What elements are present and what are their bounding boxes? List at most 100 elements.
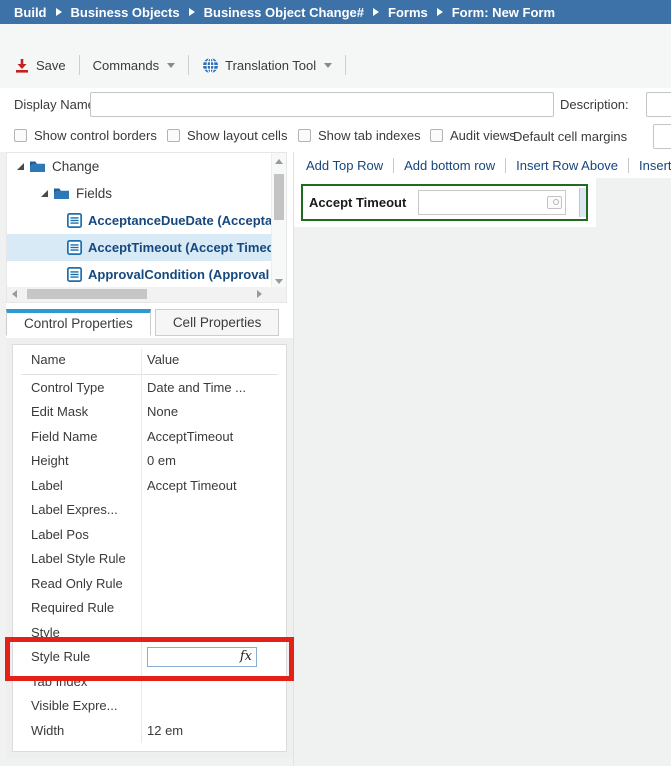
formula-fx-icon[interactable]: fx bbox=[240, 649, 252, 664]
field-document-icon bbox=[67, 240, 82, 255]
folder-icon bbox=[53, 187, 70, 200]
calendar-icon[interactable] bbox=[547, 196, 562, 209]
tree-expander-icon[interactable] bbox=[17, 163, 24, 170]
canvas-toolbar: Add Top Row Add bottom row Insert Row Ab… bbox=[294, 152, 671, 178]
save-label: Save bbox=[36, 58, 66, 73]
checkbox-label: Show layout cells bbox=[187, 128, 287, 143]
property-row: Label Expres... bbox=[21, 498, 278, 523]
tree-horizontal-scrollbar[interactable] bbox=[7, 287, 286, 302]
property-value[interactable]: None bbox=[133, 404, 278, 419]
scroll-right-icon[interactable] bbox=[257, 290, 262, 298]
properties-tabs: Control Properties Cell Properties bbox=[6, 309, 279, 336]
field-document-icon bbox=[67, 267, 82, 282]
default-cell-margins-input[interactable] bbox=[653, 124, 671, 149]
tree-item-label: AcceptTimeout (Accept Timeo bbox=[88, 240, 271, 255]
scrollbar-thumb[interactable] bbox=[27, 289, 147, 299]
property-grid-header: Name Value bbox=[21, 345, 278, 375]
checkbox-show-layout-cells[interactable]: Show layout cells bbox=[167, 128, 287, 143]
chevron-down-icon bbox=[324, 63, 332, 68]
property-value[interactable]: AcceptTimeout bbox=[133, 429, 278, 444]
property-value[interactable]: Date and Time ... bbox=[133, 380, 278, 395]
selected-form-cell[interactable]: Accept Timeout bbox=[301, 184, 588, 221]
left-panel: Change Fields AcceptanceDueDate (Accepta… bbox=[6, 152, 293, 758]
breadcrumb-separator-icon bbox=[437, 8, 443, 16]
display-name-input[interactable] bbox=[90, 92, 554, 117]
breadcrumb-item-forms[interactable]: Forms bbox=[388, 5, 428, 20]
insert-row-above-button[interactable]: Insert Row Above bbox=[506, 158, 628, 173]
scrollbar-thumb[interactable] bbox=[274, 174, 284, 220]
property-row: Required Rule bbox=[21, 596, 278, 621]
property-name: Required Rule bbox=[21, 600, 133, 615]
partial-control bbox=[579, 188, 586, 217]
checkbox-audit-views[interactable]: Audit views bbox=[430, 128, 516, 143]
form-canvas-panel: Add Top Row Add bottom row Insert Row Ab… bbox=[293, 152, 671, 766]
property-row: Tab Index bbox=[21, 669, 278, 694]
tree-vertical-scrollbar[interactable] bbox=[271, 153, 286, 288]
form-row-card: Accept Timeout bbox=[294, 178, 596, 227]
save-button[interactable]: Save bbox=[14, 58, 66, 73]
toolbar: Save Commands Translation Tool bbox=[14, 52, 346, 78]
commands-menu-button[interactable]: Commands bbox=[93, 58, 175, 73]
breadcrumb-separator-icon bbox=[56, 8, 62, 16]
checkbox-show-tab-indexes[interactable]: Show tab indexes bbox=[298, 128, 421, 143]
checkbox-box bbox=[430, 129, 443, 142]
property-name: Label Expres... bbox=[21, 502, 133, 517]
commands-label: Commands bbox=[93, 58, 159, 73]
add-bottom-row-button[interactable]: Add bottom row bbox=[394, 158, 505, 173]
property-row-style-rule: Style Rule fx bbox=[21, 645, 278, 670]
property-row: Height 0 em bbox=[21, 449, 278, 474]
breadcrumb-item-business-object-change[interactable]: Business Object Change# bbox=[204, 5, 364, 20]
checkbox-box bbox=[298, 129, 311, 142]
breadcrumb-separator-icon bbox=[189, 8, 195, 16]
tree-item-accepttimeout[interactable]: AcceptTimeout (Accept Timeo bbox=[7, 234, 271, 261]
property-value[interactable]: 12 em bbox=[133, 723, 278, 738]
date-time-input[interactable] bbox=[418, 190, 566, 215]
property-name: Label bbox=[21, 478, 133, 493]
style-rule-editor: fx bbox=[147, 647, 257, 667]
property-name: Width bbox=[21, 723, 133, 738]
property-name: Edit Mask bbox=[21, 404, 133, 419]
breadcrumb-item-build[interactable]: Build bbox=[14, 5, 47, 20]
column-header-name: Name bbox=[21, 352, 133, 367]
tree-expander-icon[interactable] bbox=[41, 190, 48, 197]
display-name-label: Display Name: bbox=[14, 97, 99, 112]
toolbar-divider bbox=[345, 55, 346, 75]
tree-item-acceptanceduedate[interactable]: AcceptanceDueDate (Accepta bbox=[7, 207, 271, 234]
description-label: Description: bbox=[560, 97, 629, 112]
property-row: Width 12 em bbox=[21, 718, 278, 743]
default-cell-margins-label: Default cell margins bbox=[513, 129, 627, 144]
property-name: Height bbox=[21, 453, 133, 468]
tree-item-change[interactable]: Change bbox=[7, 153, 271, 180]
toolbar-divider bbox=[188, 55, 189, 75]
property-name: Style Rule bbox=[21, 649, 133, 664]
checkbox-show-control-borders[interactable]: Show control borders bbox=[14, 128, 157, 143]
scroll-down-icon[interactable] bbox=[275, 279, 283, 284]
tree-item-label: Fields bbox=[76, 186, 112, 201]
chevron-down-icon bbox=[167, 63, 175, 68]
tree-item-approvalcondition[interactable]: ApprovalCondition (Approval bbox=[7, 261, 271, 288]
property-value[interactable]: 0 em bbox=[133, 453, 278, 468]
save-icon bbox=[14, 58, 30, 73]
description-input[interactable] bbox=[646, 92, 671, 117]
field-tree: Change Fields AcceptanceDueDate (Accepta… bbox=[6, 152, 287, 303]
property-value[interactable]: Accept Timeout bbox=[133, 478, 278, 493]
main-region: Change Fields AcceptanceDueDate (Accepta… bbox=[0, 152, 671, 766]
property-value: fx bbox=[133, 647, 278, 667]
tab-cell-properties[interactable]: Cell Properties bbox=[155, 309, 280, 336]
add-top-row-button[interactable]: Add Top Row bbox=[296, 158, 393, 173]
scroll-up-icon[interactable] bbox=[275, 159, 283, 164]
checkbox-label: Show control borders bbox=[34, 128, 157, 143]
scroll-left-icon[interactable] bbox=[12, 290, 17, 298]
breadcrumb-item-business-objects[interactable]: Business Objects bbox=[71, 5, 180, 20]
insert-row-below-button[interactable]: Insert Row Below bbox=[629, 158, 671, 173]
property-row: Label Pos bbox=[21, 522, 278, 547]
tree-item-fields[interactable]: Fields bbox=[7, 180, 271, 207]
property-grid-frame: Name Value Control Type Date and Time ..… bbox=[6, 338, 293, 758]
property-row: Edit Mask None bbox=[21, 400, 278, 425]
tab-control-properties[interactable]: Control Properties bbox=[6, 309, 151, 336]
property-grid: Name Value Control Type Date and Time ..… bbox=[12, 344, 287, 752]
breadcrumb: Build Business Objects Business Object C… bbox=[0, 0, 671, 24]
translation-tool-button[interactable]: Translation Tool bbox=[202, 57, 332, 74]
cell-label: Accept Timeout bbox=[309, 195, 406, 210]
breadcrumb-item-current-form: Form: New Form bbox=[452, 5, 555, 20]
